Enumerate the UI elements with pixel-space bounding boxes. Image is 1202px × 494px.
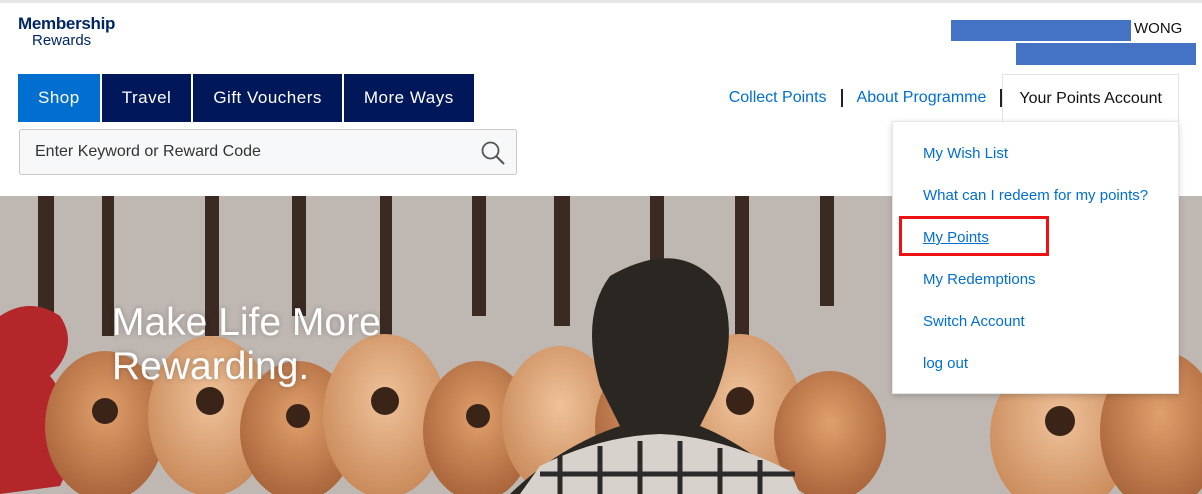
redacted-account-block [1016,43,1196,65]
hero-title-line1: Make Life More [112,301,381,344]
hero-title: Make Life More Rewarding. [112,301,381,389]
tab-more-ways[interactable]: More Ways [343,74,474,122]
top-divider [0,0,1202,3]
menu-item-log-out[interactable]: log out [923,355,968,372]
search-icon[interactable] [480,140,506,171]
search-box [19,129,517,175]
tab-travel[interactable]: Travel [101,74,192,122]
points-account-dropdown: My Wish List What can I redeem for my po… [892,121,1179,394]
header-links: Collect Points About Programme Your Poin… [715,74,1179,122]
menu-item-my-redemptions[interactable]: My Redemptions [923,271,1036,288]
your-points-account-menu[interactable]: Your Points Account [1002,74,1179,122]
about-programme-link[interactable]: About Programme [843,90,1001,106]
tab-shop[interactable]: Shop [18,74,100,122]
menu-item-switch-account[interactable]: Switch Account [923,313,1025,330]
highlight-box [899,216,1049,256]
tab-gift-vouchers[interactable]: Gift Vouchers [193,74,342,122]
user-surname: WONG [1134,20,1183,37]
logo-text-line2: Rewards [32,32,92,49]
redacted-name-block [951,20,1131,41]
hero-title-line2: Rewarding. [112,345,310,388]
main-nav: Shop Travel Gift Vouchers More Ways [18,74,474,122]
menu-item-what-can-i-redeem[interactable]: What can I redeem for my points? [923,187,1148,204]
search-input[interactable] [20,142,477,162]
collect-points-link[interactable]: Collect Points [715,90,841,106]
menu-item-my-wish-list[interactable]: My Wish List [923,145,1008,162]
membership-rewards-logo[interactable]: Membership Rewards [18,15,115,48]
logo-text-line1: Membership [18,14,116,33]
